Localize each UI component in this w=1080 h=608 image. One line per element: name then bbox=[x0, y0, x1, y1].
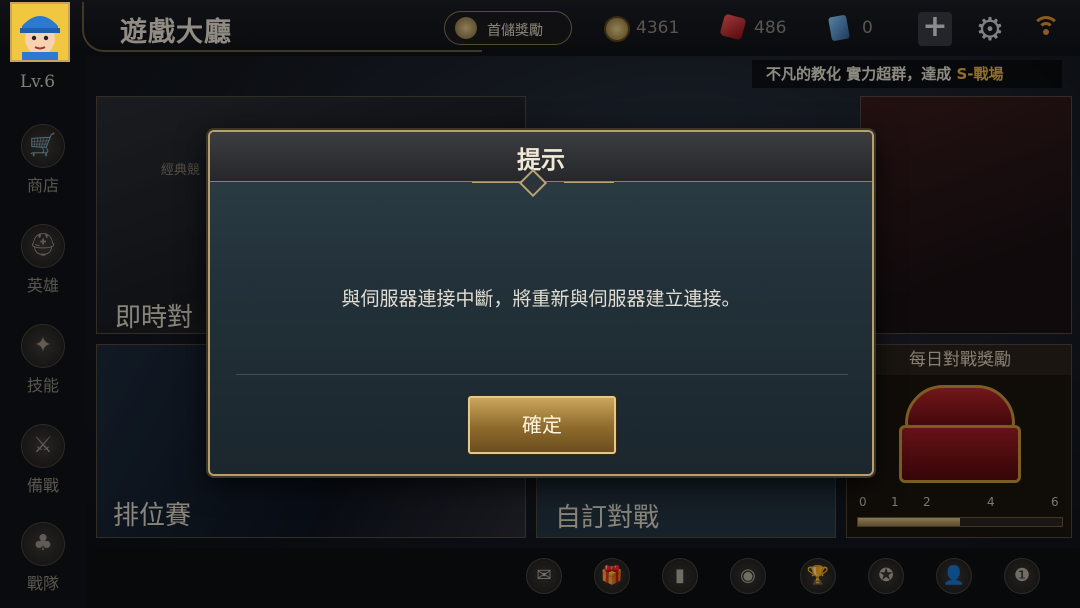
ornament-line bbox=[564, 182, 614, 183]
dialog-header: 提示 bbox=[210, 132, 872, 182]
dialog-message: 與伺服器連接中斷，將重新與伺服器建立連接。 bbox=[341, 288, 741, 310]
player-avatar[interactable] bbox=[10, 2, 70, 62]
disconnect-dialog: 提示 與伺服器連接中斷，將重新與伺服器建立連接。 確定 bbox=[208, 130, 874, 476]
ornament-line bbox=[472, 182, 522, 183]
dialog-title: 提示 bbox=[517, 146, 565, 174]
avatar-portrait-icon bbox=[12, 4, 68, 60]
dialog-divider bbox=[236, 374, 848, 375]
confirm-button[interactable]: 確定 bbox=[468, 396, 616, 454]
